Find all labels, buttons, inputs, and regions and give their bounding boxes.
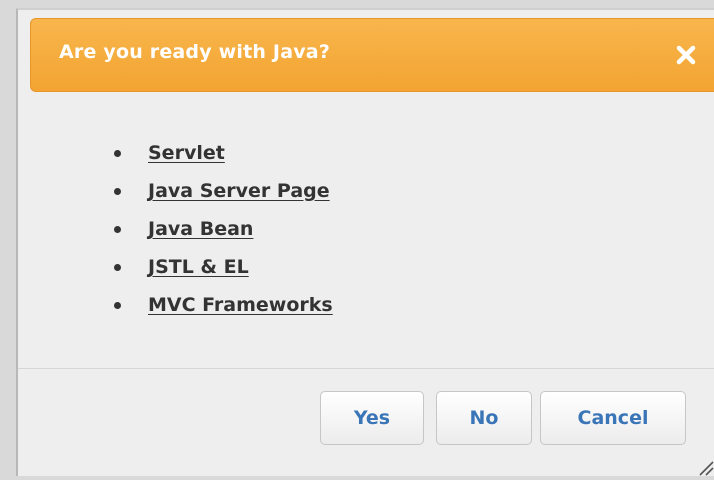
bullet-icon [114,302,121,309]
dialog-title: Are you ready with Java? [59,41,331,63]
topic-link-jstl-el[interactable]: JSTL & EL [148,248,249,286]
topic-link-servlet[interactable]: Servlet [148,134,225,172]
bullet-icon [114,226,121,233]
close-icon[interactable] [674,43,698,67]
topic-link-mvc-frameworks[interactable]: MVC Frameworks [148,286,333,324]
topic-link-java-bean[interactable]: Java Bean [148,210,253,248]
no-button[interactable]: No [436,391,532,445]
topic-link-jsp[interactable]: Java Server Page [148,172,330,210]
yes-button[interactable]: Yes [320,391,424,445]
java-dialog: Are you ready with Java? Servlet Java Se… [16,8,714,476]
cancel-button[interactable]: Cancel [540,391,686,445]
dialog-body: Servlet Java Server Page Java Bean JSTL … [18,94,714,368]
bullet-icon [114,150,121,157]
resize-grip-icon[interactable] [692,454,714,476]
bullet-icon [114,188,121,195]
dialog-titlebar[interactable]: Are you ready with Java? [30,18,714,92]
dialog-button-bar: Yes No Cancel [18,369,714,476]
bullet-icon [114,264,121,271]
